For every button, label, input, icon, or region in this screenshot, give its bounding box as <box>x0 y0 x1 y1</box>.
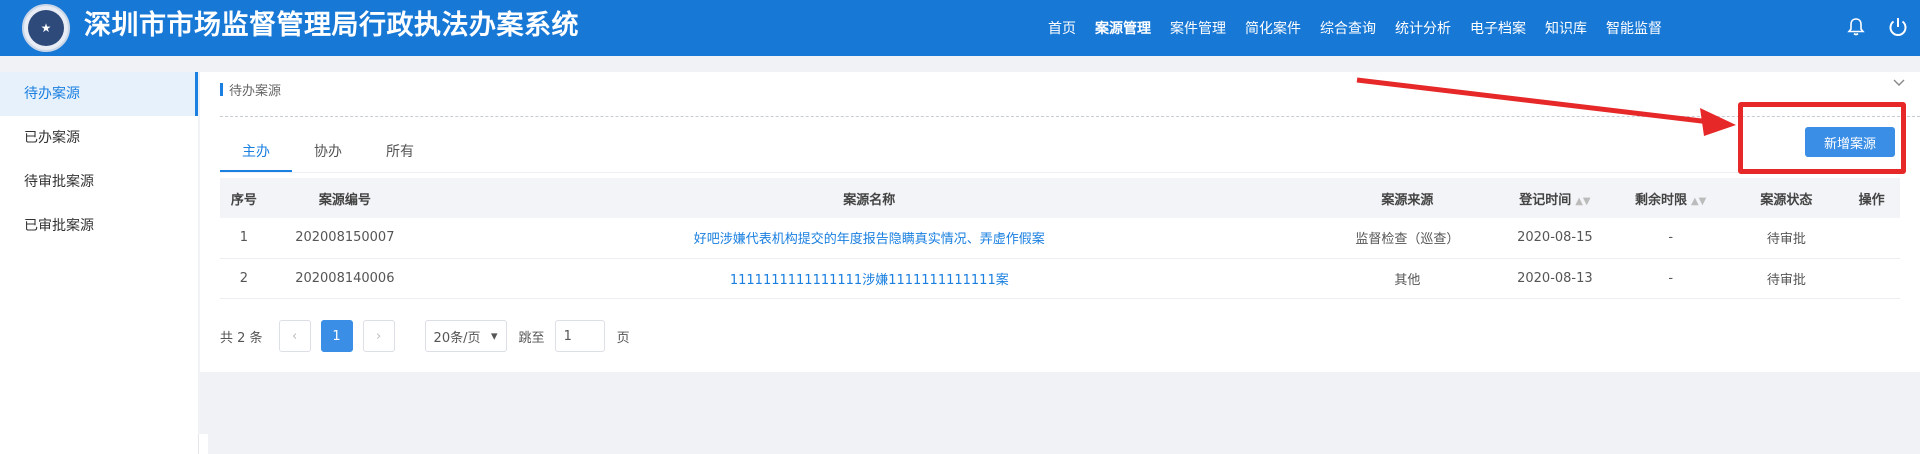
nav-knowledge[interactable]: 知识库 <box>1545 18 1587 38</box>
chevron-down-icon[interactable] <box>1892 76 1906 92</box>
breadcrumb: 待办案源 <box>220 80 282 99</box>
cell-remaining-time: - <box>1611 258 1730 299</box>
cell-register-time: 2020-08-15 <box>1498 218 1612 259</box>
nav-case-management[interactable]: 案件管理 <box>1170 18 1226 38</box>
col-status: 案源状态 <box>1729 178 1844 218</box>
emblem-icon: ★ <box>28 10 64 46</box>
nav-simplified-case[interactable]: 简化案件 <box>1245 18 1301 38</box>
top-header: ★ 深圳市市场监督管理局行政执法办案系统 首页 案源管理 案件管理 简化案件 综… <box>0 0 1920 56</box>
page-button-current[interactable]: 1 <box>320 320 353 352</box>
table-row: 1 202008150007 好吧涉嫌代表机构提交的年度报告隐瞒真实情况、弄虚作… <box>220 218 1900 259</box>
sort-icon[interactable]: ▲▼ <box>1691 196 1706 207</box>
bell-icon[interactable] <box>1843 14 1869 40</box>
sidebar-item-approved[interactable]: 已审批案源 <box>0 204 198 248</box>
top-nav: 首页 案源管理 案件管理 简化案件 综合查询 统计分析 电子档案 知识库 智能监… <box>1029 0 1662 56</box>
case-source-table: 序号 案源编号 案源名称 案源来源 登记时间 ▲▼ 剩余时限 ▲▼ 案源状态 操作 … <box>220 178 1900 299</box>
breadcrumb-label: 待办案源 <box>229 83 282 99</box>
col-source-number: 案源编号 <box>267 178 423 218</box>
cell-status: 待审批 <box>1729 218 1844 259</box>
cell-source-number: 202008150007 <box>267 218 423 259</box>
table-header-row: 序号 案源编号 案源名称 案源来源 登记时间 ▲▼ 剩余时限 ▲▼ 案源状态 操作 <box>220 178 1900 218</box>
nav-case-source[interactable]: 案源管理 <box>1095 18 1151 38</box>
col-remaining-time-label: 剩余时限 <box>1634 192 1687 208</box>
cell-status: 待审批 <box>1729 258 1844 299</box>
tab-bar: 主办 协办 所有 <box>220 134 436 172</box>
cell-actions <box>1843 258 1900 299</box>
divider <box>220 116 1920 117</box>
prev-page-button[interactable]: ‹ <box>278 320 311 352</box>
cell-register-time: 2020-08-13 <box>1498 258 1612 299</box>
system-title: 深圳市市场监督管理局行政执法办案系统 <box>84 10 579 41</box>
cell-actions <box>1843 218 1900 259</box>
jump-page-input[interactable]: 1 <box>554 320 605 352</box>
col-register-time-label: 登记时间 <box>1519 192 1572 208</box>
power-icon[interactable] <box>1885 14 1911 40</box>
cell-source-name-link[interactable]: 1111111111111111涉嫌1111111111111案 <box>422 258 1317 299</box>
col-remaining-time[interactable]: 剩余时限 ▲▼ <box>1611 178 1730 218</box>
col-actions: 操作 <box>1843 178 1900 218</box>
tab-all[interactable]: 所有 <box>364 134 436 172</box>
nav-statistics[interactable]: 统计分析 <box>1395 18 1451 38</box>
page-unit-label: 页 <box>616 330 630 346</box>
caret-down-icon: ▾ <box>491 328 498 344</box>
nav-supervision[interactable]: 智能监督 <box>1606 18 1662 38</box>
sidebar-item-awaiting-approval[interactable]: 待审批案源 <box>0 160 198 204</box>
cell-source-name-link[interactable]: 好吧涉嫌代表机构提交的年度报告隐瞒真实情况、弄虚作假案 <box>422 218 1317 259</box>
col-register-time[interactable]: 登记时间 ▲▼ <box>1498 178 1612 218</box>
emblem-logo: ★ <box>22 4 70 52</box>
sidebar-item-pending[interactable]: 待办案源 <box>0 72 198 116</box>
main-panel: 待办案源 主办 协办 所有 新增案源 序号 案源编号 案源名称 案源来源 登记时… <box>200 72 1920 372</box>
sidebar-scrollbar[interactable] <box>198 434 208 454</box>
sort-icon[interactable]: ▲▼ <box>1575 196 1590 207</box>
cell-source-number: 202008140006 <box>267 258 423 299</box>
nav-archive[interactable]: 电子档案 <box>1470 18 1526 38</box>
pagination-total: 共 2 条 <box>220 330 263 346</box>
sidebar: 待办案源 已办案源 待审批案源 已审批案源 <box>0 72 198 454</box>
col-source-name: 案源名称 <box>422 178 1317 218</box>
cell-index: 1 <box>220 218 268 259</box>
cell-remaining-time: - <box>1611 218 1730 259</box>
page-size-select[interactable]: 20条/页 ▾ <box>424 320 507 352</box>
page-size-value: 20条/页 <box>433 330 481 346</box>
cell-source-origin: 监督检查（巡查） <box>1316 218 1499 259</box>
col-source-origin: 案源来源 <box>1316 178 1499 218</box>
jump-label: 跳至 <box>518 330 545 346</box>
pagination: 共 2 条 ‹ 1 › 20条/页 ▾ 跳至 1 页 <box>220 320 630 352</box>
next-page-button[interactable]: › <box>362 320 395 352</box>
cell-source-origin: 其他 <box>1316 258 1499 299</box>
table-row: 2 202008140006 1111111111111111涉嫌1111111… <box>220 258 1900 299</box>
col-index: 序号 <box>220 178 268 218</box>
sidebar-item-done[interactable]: 已办案源 <box>0 116 198 160</box>
nav-query[interactable]: 综合查询 <box>1320 18 1376 38</box>
tabs-divider <box>220 172 1900 173</box>
tab-assist[interactable]: 协办 <box>292 134 364 172</box>
breadcrumb-marker <box>220 82 223 96</box>
cell-index: 2 <box>220 258 268 299</box>
tab-primary[interactable]: 主办 <box>220 134 292 172</box>
nav-home[interactable]: 首页 <box>1048 18 1076 38</box>
annotation-highlight-box <box>1738 102 1906 174</box>
